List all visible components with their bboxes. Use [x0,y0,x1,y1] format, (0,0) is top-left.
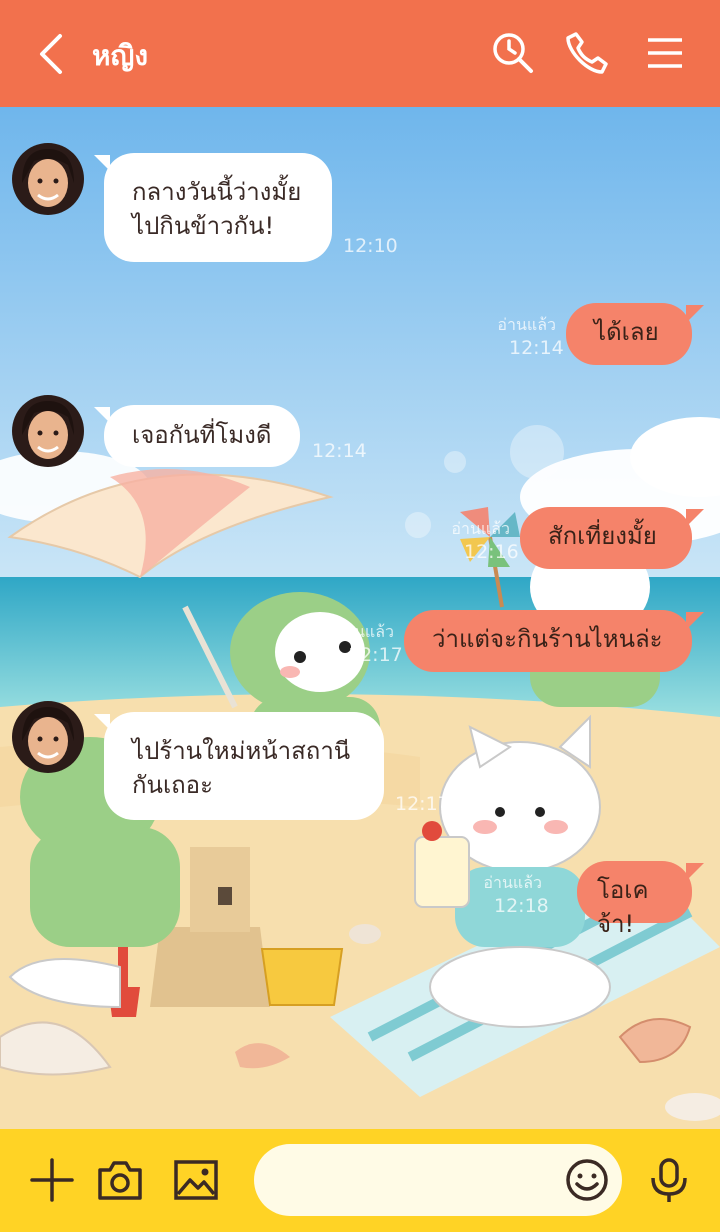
message-bubble-outgoing[interactable]: โอเคจ้า! [577,861,704,938]
menu-icon[interactable] [642,30,688,76]
bubble-tail [94,155,110,171]
chat-title: หญิง [92,39,148,72]
avatar[interactable] [12,701,84,773]
message-time: 12:17 [395,793,450,815]
avatar[interactable] [12,395,84,467]
message-text: กลางวันนี้ว่างมั้ย ไปกินข้าวกัน! [132,178,302,240]
phone-icon[interactable] [564,30,610,76]
message-bubble-incoming[interactable]: กลางวันนี้ว่างมั้ย ไปกินข้าวกัน! [94,153,332,262]
message-text: ไปร้านใหม่หน้าสถานี กันเถอะ [132,737,351,799]
bubble-tail [94,714,110,730]
message-text: เจอกันที่โมงดี [132,421,272,449]
bubble-tail [686,509,704,527]
read-receipt: อ่านแล้ว [497,315,556,334]
contact-photo-icon [12,701,84,773]
emoji-icon[interactable] [563,1156,611,1204]
message-text: สักเที่ยงมั้ย [548,522,657,550]
message-time: 12:17 [348,644,403,666]
message-bubble-incoming[interactable]: เจอกันที่โมงดี [94,405,300,467]
message-time: 12:14 [312,440,367,462]
chat-header: หญิง [0,0,720,107]
message-time: 12:16 [464,541,519,563]
message-time: 12:14 [509,337,564,359]
bubble-tail [686,863,704,881]
camera-icon[interactable] [96,1156,144,1204]
message-text: โอเคจ้า! [597,876,649,938]
contact-photo-icon [12,395,84,467]
bubble-tail [94,407,110,423]
message-bubble-outgoing[interactable]: ว่าแต่จะกินร้านไหนล่ะ [404,610,704,672]
message-bubble-outgoing[interactable]: ได้เลย [566,303,704,365]
read-receipt: อ่านแล้ว [483,873,542,892]
search-icon[interactable] [490,30,536,76]
read-receipt: อ่านแล้ว [451,519,510,538]
contact-photo-icon [12,143,84,215]
chat-screen: หญิง กลางวันนี้ว่างมั้ย ไปกินข้าวกัน! 12… [0,0,720,1232]
microphone-icon[interactable] [645,1156,693,1204]
avatar[interactable] [12,143,84,215]
bubble-tail [686,305,704,323]
message-time: 12:18 [494,895,549,917]
message-text: ได้เลย [594,318,659,346]
back-chevron-icon[interactable] [34,32,74,76]
message-bubble-incoming[interactable]: ไปร้านใหม่หน้าสถานี กันเถอะ [94,712,384,820]
image-icon[interactable] [172,1156,220,1204]
read-receipt: อ่านแล้ว [335,622,394,641]
bubble-tail [686,612,704,630]
message-text: ว่าแต่จะกินร้านไหนล่ะ [432,625,663,653]
message-time: 12:10 [343,235,398,257]
plus-icon[interactable] [28,1156,76,1204]
message-bubble-outgoing[interactable]: สักเที่ยงมั้ย [520,507,704,569]
